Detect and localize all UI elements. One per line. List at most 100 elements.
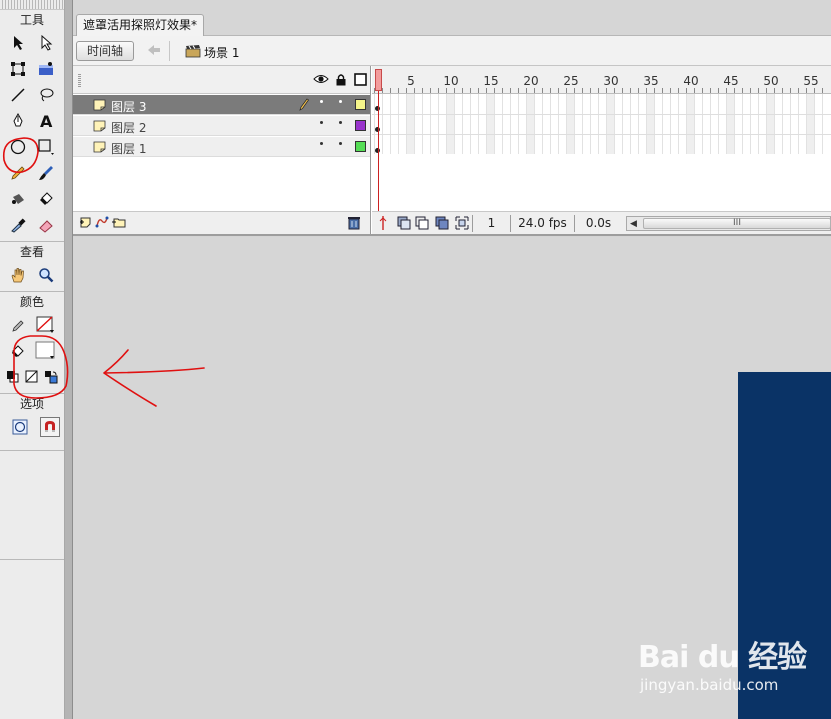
selection-tool[interactable] [7, 32, 29, 54]
black-white-icon[interactable] [4, 366, 23, 388]
frame-cell[interactable] [726, 94, 734, 154]
hand-tool[interactable] [7, 264, 29, 286]
frame-cell[interactable] [574, 94, 582, 154]
frame-cell[interactable] [766, 94, 774, 154]
back-arrow-icon[interactable] [147, 44, 161, 59]
frame-cell[interactable] [710, 94, 718, 154]
no-color-icon[interactable] [23, 366, 42, 388]
pencil-tool[interactable] [7, 162, 29, 184]
frame-cell[interactable] [654, 94, 662, 154]
frame-cell[interactable] [782, 94, 790, 154]
visibility-dot[interactable] [320, 142, 323, 145]
document-tab[interactable]: 遮罩活用探照灯效果* [76, 14, 205, 36]
rectangle-tool[interactable] [35, 136, 57, 158]
frame-cell[interactable] [734, 94, 742, 154]
frame-cell[interactable] [550, 94, 558, 154]
frame-cell[interactable] [566, 94, 574, 154]
frame-cell[interactable] [702, 94, 710, 154]
frame-cell[interactable] [822, 94, 830, 154]
frame-ruler[interactable]: 1510152025303540455055 [372, 66, 831, 94]
scroll-left-icon[interactable]: ◀ [630, 219, 637, 229]
lock-dot[interactable] [339, 142, 342, 145]
snap-magnet-icon[interactable] [40, 416, 60, 438]
frame-grid[interactable] [372, 94, 831, 154]
outline-swatch[interactable] [355, 120, 366, 131]
frame-cell[interactable] [406, 94, 414, 154]
edit-multiple-frames-icon[interactable] [434, 215, 450, 234]
eye-icon[interactable] [313, 73, 329, 88]
frame-cell[interactable] [534, 94, 542, 154]
frame-cell[interactable] [646, 94, 654, 154]
scene-label[interactable]: 场景 1 [204, 44, 239, 61]
frame-cell[interactable] [686, 94, 694, 154]
frame-cell[interactable] [558, 94, 566, 154]
panel-collapse-rail[interactable] [65, 0, 73, 719]
subselection-tool[interactable] [35, 32, 57, 54]
frame-cell[interactable] [430, 94, 438, 154]
frame-cell[interactable] [630, 94, 638, 154]
fill-color-swatch[interactable] [35, 340, 57, 362]
frame-cell[interactable] [446, 94, 454, 154]
object-drawing-icon[interactable] [10, 416, 30, 438]
frame-cell[interactable] [526, 94, 534, 154]
playhead[interactable] [375, 69, 382, 91]
frame-cell[interactable] [414, 94, 422, 154]
text-tool[interactable]: A [35, 110, 57, 132]
brush-tool[interactable] [35, 162, 57, 184]
frame-cell[interactable] [806, 94, 814, 154]
stroke-color-swatch[interactable] [35, 314, 57, 336]
scroll-thumb[interactable]: III [643, 218, 831, 229]
paint-bucket-tool[interactable] [35, 188, 57, 210]
layer-row-2[interactable]: 图层 2 [73, 116, 370, 136]
tools-panel-grip[interactable] [0, 0, 64, 10]
frame-cell[interactable] [390, 94, 398, 154]
visibility-dot[interactable] [320, 121, 323, 124]
ink-bottle-tool[interactable] [7, 188, 29, 210]
frame-cell[interactable] [750, 94, 758, 154]
frame-cell[interactable] [494, 94, 502, 154]
onion-skin-outlines-icon[interactable] [414, 215, 430, 234]
frame-cell[interactable] [462, 94, 470, 154]
new-layer-icon[interactable] [79, 215, 93, 232]
swap-colors-icon[interactable] [41, 366, 60, 388]
outline-icon[interactable] [354, 73, 367, 89]
frame-cell[interactable] [398, 94, 406, 154]
zoom-tool[interactable] [35, 264, 57, 286]
trash-icon[interactable] [347, 215, 361, 233]
onion-skin-icon[interactable] [396, 215, 412, 234]
pen-tool[interactable] [7, 110, 29, 132]
frame-cell[interactable] [798, 94, 806, 154]
lock-icon[interactable] [335, 73, 347, 89]
frame-cell[interactable] [758, 94, 766, 154]
frame-cell[interactable] [670, 94, 678, 154]
frame-cell[interactable] [742, 94, 750, 154]
frame-cell[interactable] [814, 94, 822, 154]
frame-cell[interactable] [614, 94, 622, 154]
new-folder-icon[interactable] [111, 215, 127, 232]
frame-cell[interactable] [582, 94, 590, 154]
frame-cell[interactable] [422, 94, 430, 154]
lock-dot[interactable] [339, 100, 342, 103]
frame-cell[interactable] [470, 94, 478, 154]
current-frame-field[interactable]: 1 [472, 215, 510, 232]
layer-row-1[interactable]: 图层 1 [73, 137, 370, 157]
frame-cell[interactable] [790, 94, 798, 154]
frame-cell[interactable] [382, 94, 390, 154]
oval-tool[interactable] [7, 136, 29, 158]
frame-cell[interactable] [502, 94, 510, 154]
lasso-tool[interactable] [35, 84, 57, 106]
modify-onion-markers-icon[interactable] [454, 215, 470, 234]
timeline-toggle-button[interactable]: 时间轴 [76, 41, 134, 61]
visibility-dot[interactable] [320, 100, 323, 103]
frame-cell[interactable] [478, 94, 486, 154]
frame-cell[interactable] [638, 94, 646, 154]
frame-cell[interactable] [542, 94, 550, 154]
frame-cell[interactable] [518, 94, 526, 154]
layer-row-3[interactable]: 图层 3 [73, 95, 370, 115]
frame-cell[interactable] [622, 94, 630, 154]
outline-swatch[interactable] [355, 99, 366, 110]
frame-rate-field[interactable]: 24.0 fps [510, 215, 574, 232]
frame-cell[interactable] [718, 94, 726, 154]
center-frame-icon[interactable] [378, 215, 388, 234]
eyedropper-tool[interactable] [7, 214, 29, 236]
